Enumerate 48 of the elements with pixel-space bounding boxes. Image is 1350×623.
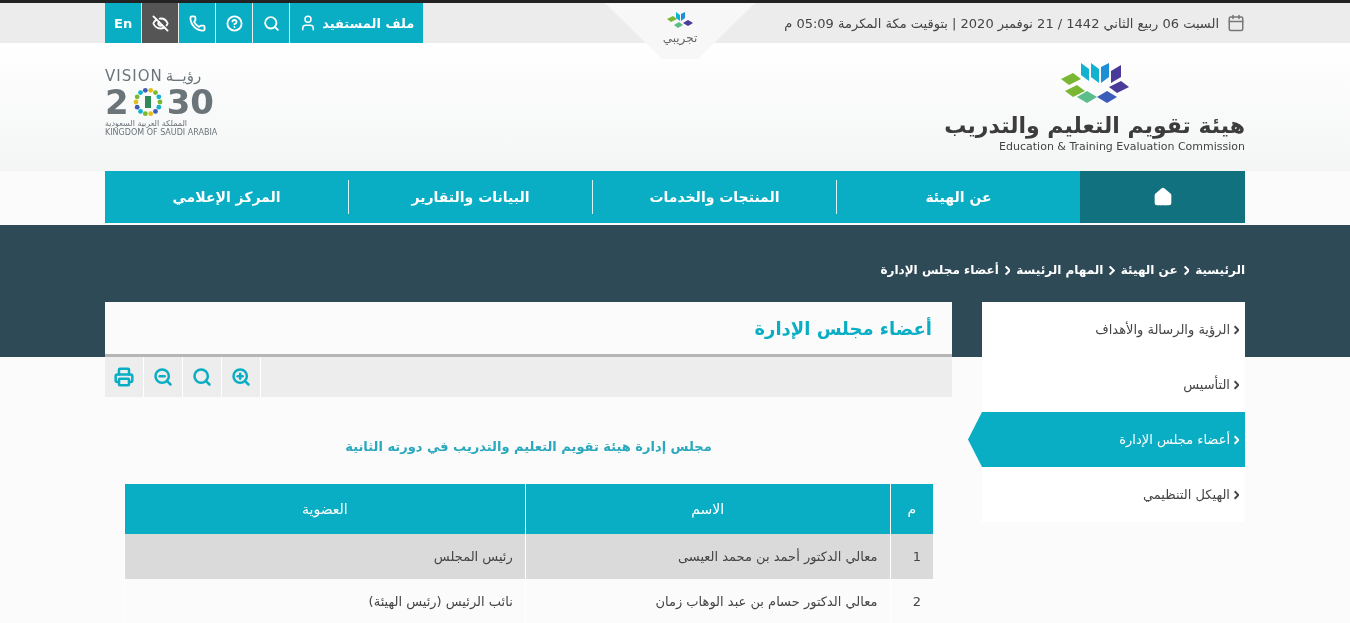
table-cell: نائب الرئيس (رئيس الهيئة) xyxy=(124,579,526,623)
table-cell: معالي الدكتور حسام بن عبد الوهاب زمان xyxy=(525,579,890,623)
table-caption: مجلس إدارة هيئة تقويم التعليم والتدريب في دورته الثانية xyxy=(344,439,713,454)
eye-off-button[interactable] xyxy=(142,3,179,43)
table-cell: معالي الدكتور أحمد بن محمد العيسى xyxy=(525,534,890,579)
search-icon xyxy=(192,367,212,387)
table-cell: رئيس المجلس xyxy=(124,534,526,579)
phone-icon xyxy=(188,14,206,32)
search-icon xyxy=(262,14,280,32)
date-text: السبت 06 ربيع الثاني 1442 / 21 نوفمبر 2020 | بتوقيت مكة المكرمة 05:09 م xyxy=(784,15,1219,31)
help-button[interactable] xyxy=(216,3,253,43)
org-name-arabic: هيئة تقويم التعليم والتدريب xyxy=(944,113,1245,138)
table-cell: 2 xyxy=(890,579,933,623)
leaf-logo-icon xyxy=(666,11,694,31)
chevron-icon xyxy=(1234,434,1239,445)
printer-icon xyxy=(114,367,134,387)
chevron-icon xyxy=(1234,489,1239,500)
eye-off-icon xyxy=(151,14,169,32)
country-name: KINGDOM OF SAUDI ARABIA xyxy=(105,128,218,137)
chevron-icon xyxy=(1183,264,1190,276)
table-cell: 1 xyxy=(890,534,933,579)
zoom-out-icon xyxy=(153,367,173,387)
page-title: أعضاء مجلس الإدارة xyxy=(754,317,932,339)
home-icon xyxy=(1152,187,1173,207)
chevron-icon xyxy=(1109,264,1115,276)
breadcrumb-link[interactable]: عن الهيئة xyxy=(1120,263,1178,277)
breadcrumb-link[interactable]: الرئيسية xyxy=(1195,263,1245,277)
org-name: Education & Training Evaluation Commission xyxy=(999,140,1245,153)
search-button[interactable] xyxy=(253,3,290,43)
calendar-icon xyxy=(1227,14,1245,32)
environment-label: تجريبي xyxy=(662,31,698,45)
emblem-icon xyxy=(131,86,164,118)
help-icon xyxy=(225,14,243,32)
column-header: م xyxy=(890,484,933,534)
vision-year-digits: 30 xyxy=(166,85,214,119)
vision-word: VISION xyxy=(105,67,163,85)
zoom-in-icon xyxy=(231,367,251,387)
chevron-icon xyxy=(1234,379,1239,390)
column-header: الاسم xyxy=(525,484,890,534)
column-header: العضوية xyxy=(124,484,526,534)
home-nav-item[interactable] xyxy=(1080,171,1245,223)
chevron-icon xyxy=(1234,324,1239,335)
country-name-arabic: المملكة العربية السعودية xyxy=(105,119,188,128)
breadcrumb-link[interactable]: أعضاء مجلس الإدارة xyxy=(880,263,999,277)
vision-year-digit: 2 xyxy=(105,85,129,119)
vision-word-arabic: رؤيــة xyxy=(165,67,202,85)
chevron-icon xyxy=(1004,264,1011,276)
breadcrumb-link[interactable]: المهام الرئيسة xyxy=(1016,263,1104,277)
